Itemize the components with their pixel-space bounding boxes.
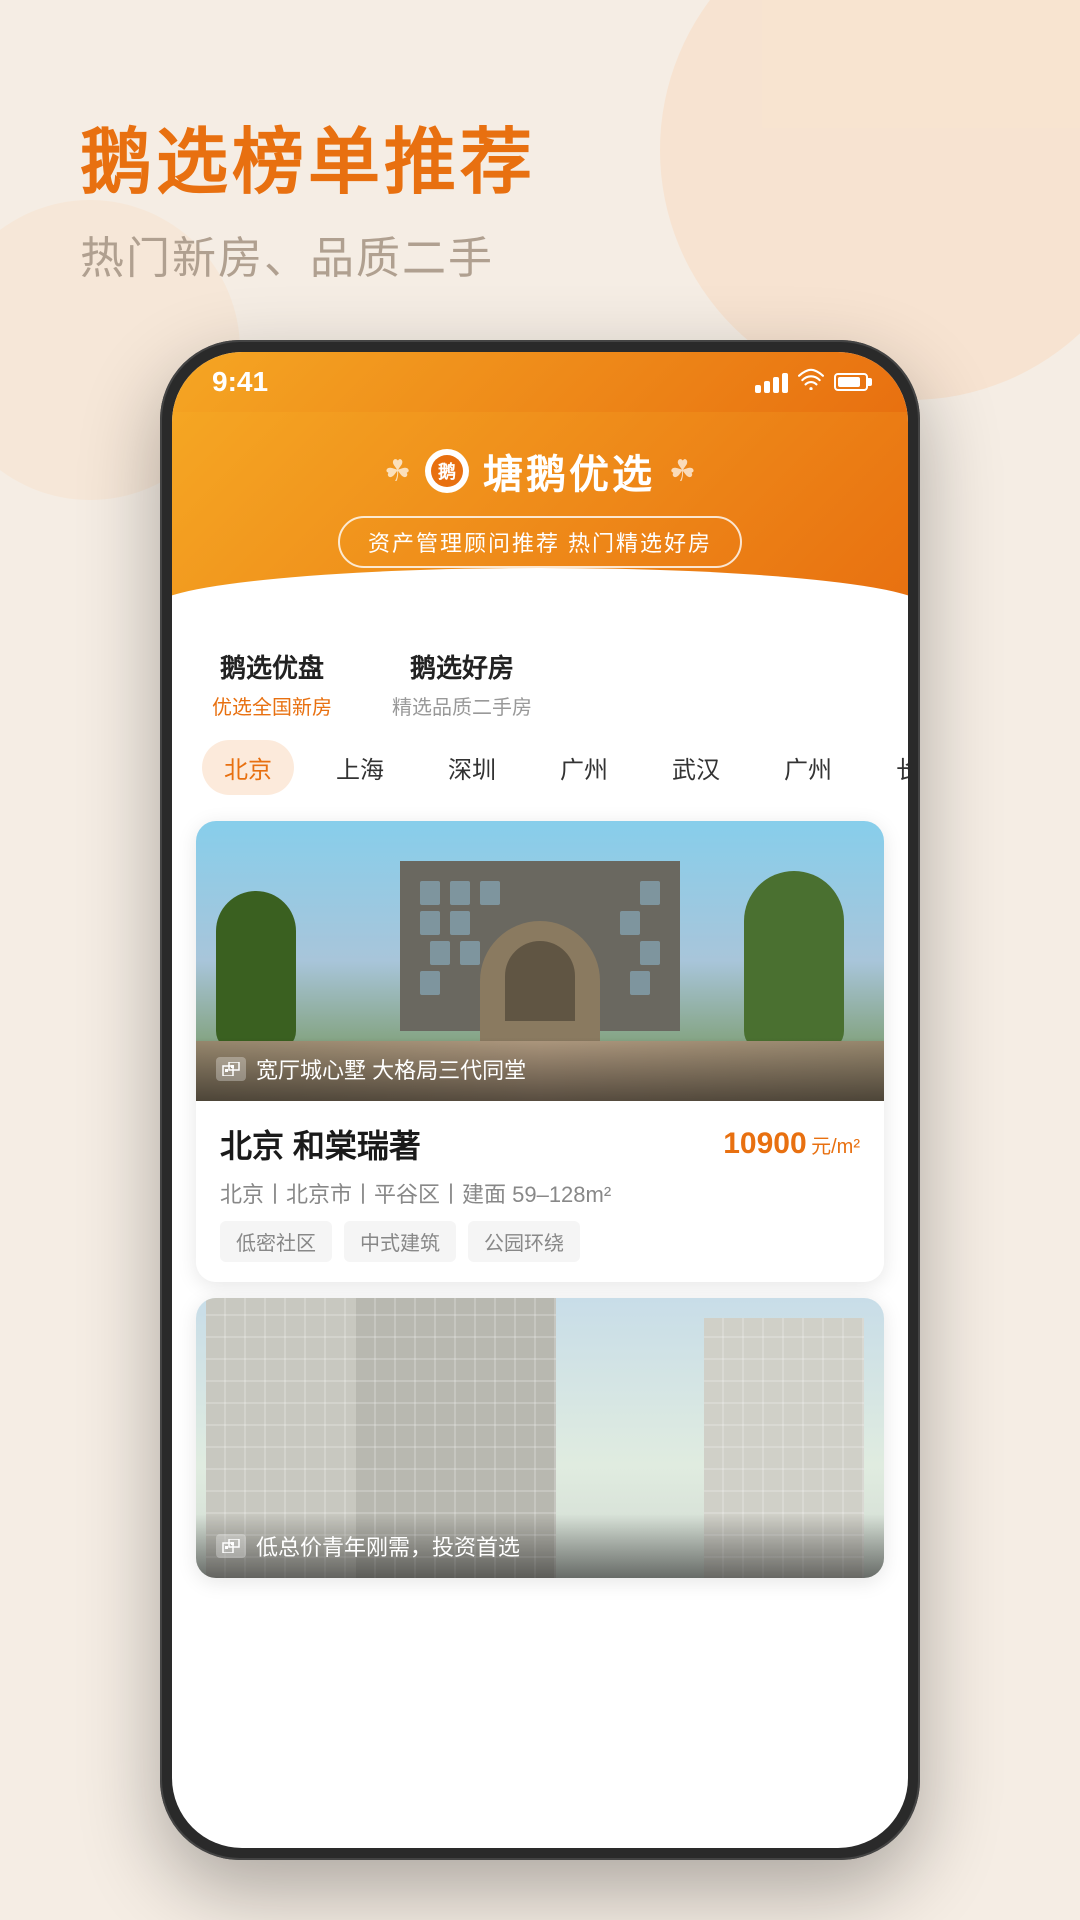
card-title-1: 北京 和棠瑞著	[220, 1121, 421, 1167]
leaf-left-icon: ☘	[384, 454, 411, 489]
property-card-2[interactable]: 低总价青年刚需，投资首选	[196, 1298, 884, 1578]
card-overlay-text-1: 宽厅城心墅 大格局三代同堂	[256, 1053, 526, 1085]
city-btn-guangzhou[interactable]: 广州	[538, 740, 630, 795]
status-icons	[755, 368, 868, 396]
brand-tagline: 资产管理顾问推荐 热门精选好房	[338, 516, 742, 568]
wifi-icon	[798, 368, 824, 396]
leaf-right-icon: ☘	[669, 454, 696, 489]
card-tag-1-3: 公园环绕	[468, 1221, 580, 1262]
property-list: 宽厅城心墅 大格局三代同堂 北京 和棠瑞著 10900 元/m²	[172, 805, 908, 1848]
app-header-banner: ☘ 鹅 塘鹅优选 ☘ 资产管理顾问推荐 热门精选好房	[172, 412, 908, 618]
city-btn-wuhan[interactable]: 武汉	[650, 740, 742, 795]
overlay-building-icon	[216, 1057, 246, 1081]
card-tag-1-2: 中式建筑	[344, 1221, 456, 1262]
battery-icon	[834, 373, 868, 391]
card-tags-1: 低密社区 中式建筑 公园环绕	[220, 1221, 860, 1262]
property-tabs: 鹅选优盘 优选全国新房 鹅选好房 精选品质二手房	[172, 618, 908, 730]
status-time: 9:41	[212, 366, 268, 398]
overlay-building-icon-2	[216, 1534, 246, 1558]
status-bar: 9:41	[172, 352, 908, 412]
property-card-1[interactable]: 宽厅城心墅 大格局三代同堂 北京 和棠瑞著 10900 元/m²	[196, 821, 884, 1282]
card-price-1: 10900 元/m²	[723, 1127, 860, 1161]
tab-new-houses[interactable]: 鹅选优盘 优选全国新房	[212, 648, 332, 720]
city-btn-shenzhen[interactable]: 深圳	[426, 740, 518, 795]
brand-logo: 鹅	[425, 449, 469, 493]
card-overlay-text-2: 低总价青年刚需，投资首选	[256, 1530, 520, 1562]
city-btn-changsha[interactable]: 长沙	[874, 740, 908, 795]
property-image-2: 低总价青年刚需，投资首选	[196, 1298, 884, 1578]
page-subtitle: 热门新房、品质二手	[80, 222, 536, 286]
property-image-1: 宽厅城心墅 大格局三代同堂	[196, 821, 884, 1101]
page-title: 鹅选榜单推荐	[80, 120, 536, 206]
city-btn-beijing[interactable]: 北京	[202, 740, 294, 795]
card-info-1: 北京 和棠瑞著 10900 元/m² 北京丨北京市丨平谷区丨建面 59–128m…	[196, 1101, 884, 1282]
tab-second-hand-sub: 精选品质二手房	[392, 691, 532, 720]
tab-new-houses-label: 鹅选优盘	[220, 648, 324, 685]
card-tag-1-1: 低密社区	[220, 1221, 332, 1262]
tab-second-hand[interactable]: 鹅选好房 精选品质二手房	[392, 648, 532, 720]
city-btn-guangzhou2[interactable]: 广州	[762, 740, 854, 795]
city-btn-shanghai[interactable]: 上海	[314, 740, 406, 795]
card-location-1: 北京丨北京市丨平谷区丨建面 59–128m²	[220, 1177, 860, 1209]
phone-mockup: 9:41	[160, 340, 920, 1860]
city-filter: 北京 上海 深圳 广州 武汉 广州 长沙 杭...	[172, 730, 908, 805]
brand-name: 塘鹅优选	[483, 442, 655, 500]
tab-new-houses-sub: 优选全国新房	[212, 691, 332, 720]
tab-second-hand-label: 鹅选好房	[410, 648, 514, 685]
card-overlay-1: 宽厅城心墅 大格局三代同堂	[196, 1037, 884, 1101]
signal-icon	[755, 371, 788, 393]
card-overlay-2: 低总价青年刚需，投资首选	[196, 1514, 884, 1578]
